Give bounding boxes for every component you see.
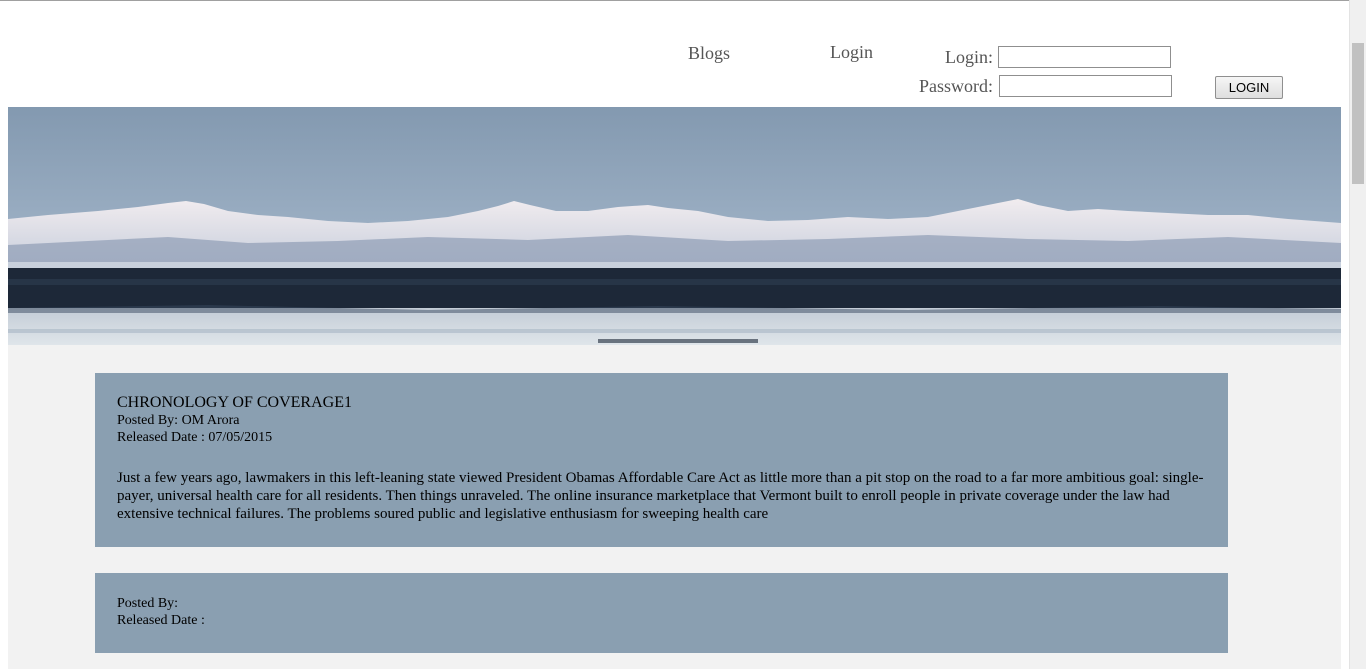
browser-viewport: Blogs Login Login: Password: LOGIN CHRON… [0, 0, 1349, 669]
snowy-mountain-lake-banner-image [8, 107, 1341, 345]
post-release-date: Released Date : [117, 613, 205, 628]
banner-image [8, 107, 1341, 345]
password-field-label: Password: [919, 76, 994, 96]
post-release-date: Released Date : 07/05/2015 [117, 430, 273, 445]
post-author: Posted By: [117, 596, 179, 611]
posts-container: CHRONOLOGY OF COVERAGE1 Posted By: OM Ar… [8, 345, 1341, 669]
post-author: Posted By: OM Arora [117, 413, 240, 428]
post-body: Just a few years ago, lawmakers in this … [117, 470, 1204, 522]
post-title: CHRONOLOGY OF COVERAGE1 [117, 394, 352, 411]
site-header: Blogs Login Login: Password: LOGIN [0, 1, 1349, 107]
scrollbar-thumb[interactable] [1352, 43, 1364, 184]
login-field-label: Login: [945, 47, 993, 67]
nav-link-blogs[interactable]: Blogs [688, 43, 730, 64]
login-button[interactable]: LOGIN [1215, 76, 1283, 99]
nav-link-login[interactable]: Login [830, 42, 873, 63]
password-field[interactable] [999, 75, 1172, 97]
post-card: CHRONOLOGY OF COVERAGE1 Posted By: OM Ar… [95, 373, 1228, 547]
login-field[interactable] [998, 46, 1171, 68]
vertical-scrollbar[interactable] [1349, 0, 1366, 669]
post-card: Posted By: Released Date : [95, 573, 1228, 653]
